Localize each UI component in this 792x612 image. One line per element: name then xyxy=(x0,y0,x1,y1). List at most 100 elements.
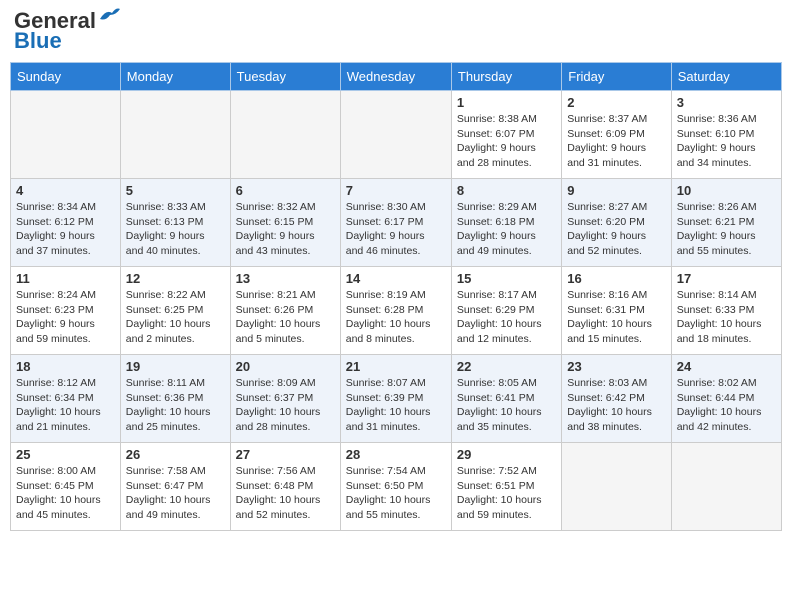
calendar-cell xyxy=(340,91,451,179)
calendar-cell: 17 Sunrise: 8:14 AM Sunset: 6:33 PM Dayli… xyxy=(671,267,781,355)
day-info: Sunrise: 7:56 AM Sunset: 6:48 PM Dayligh… xyxy=(236,464,335,523)
day-info: Sunrise: 8:36 AM Sunset: 6:10 PM Dayligh… xyxy=(677,112,776,171)
day-number: 16 xyxy=(567,271,665,286)
calendar-cell xyxy=(230,91,340,179)
day-info: Sunrise: 8:29 AM Sunset: 6:18 PM Dayligh… xyxy=(457,200,556,259)
day-info: Sunrise: 8:12 AM Sunset: 6:34 PM Dayligh… xyxy=(16,376,115,435)
calendar-cell: 1 Sunrise: 8:38 AM Sunset: 6:07 PM Daylig… xyxy=(451,91,561,179)
day-info: Sunrise: 8:22 AM Sunset: 6:25 PM Dayligh… xyxy=(126,288,225,347)
day-number: 12 xyxy=(126,271,225,286)
day-number: 9 xyxy=(567,183,665,198)
day-number: 10 xyxy=(677,183,776,198)
day-info: Sunrise: 7:54 AM Sunset: 6:50 PM Dayligh… xyxy=(346,464,446,523)
calendar-cell: 11 Sunrise: 8:24 AM Sunset: 6:23 PM Dayli… xyxy=(11,267,121,355)
column-header-tuesday: Tuesday xyxy=(230,63,340,91)
calendar-week-row: 11 Sunrise: 8:24 AM Sunset: 6:23 PM Dayli… xyxy=(11,267,782,355)
calendar-cell: 23 Sunrise: 8:03 AM Sunset: 6:42 PM Dayli… xyxy=(562,355,671,443)
calendar-week-row: 18 Sunrise: 8:12 AM Sunset: 6:34 PM Dayli… xyxy=(11,355,782,443)
day-info: Sunrise: 8:24 AM Sunset: 6:23 PM Dayligh… xyxy=(16,288,115,347)
calendar-cell: 28 Sunrise: 7:54 AM Sunset: 6:50 PM Dayli… xyxy=(340,443,451,531)
day-number: 1 xyxy=(457,95,556,110)
calendar-cell: 2Sunrise: 8:37 AM Sunset: 6:09 PM Daylig… xyxy=(562,91,671,179)
logo: General Blue xyxy=(14,10,120,54)
day-number: 6 xyxy=(236,183,335,198)
calendar-cell: 18 Sunrise: 8:12 AM Sunset: 6:34 PM Dayli… xyxy=(11,355,121,443)
page-header: General Blue xyxy=(10,10,782,54)
day-info: Sunrise: 8:05 AM Sunset: 6:41 PM Dayligh… xyxy=(457,376,556,435)
calendar-cell: 22 Sunrise: 8:05 AM Sunset: 6:41 PM Dayli… xyxy=(451,355,561,443)
day-number: 13 xyxy=(236,271,335,286)
calendar-cell: 8Sunrise: 8:29 AM Sunset: 6:18 PM Daylig… xyxy=(451,179,561,267)
day-number: 15 xyxy=(457,271,556,286)
calendar-cell: 27 Sunrise: 7:56 AM Sunset: 6:48 PM Dayli… xyxy=(230,443,340,531)
day-number: 5 xyxy=(126,183,225,198)
day-number: 17 xyxy=(677,271,776,286)
day-info: Sunrise: 8:17 AM Sunset: 6:29 PM Dayligh… xyxy=(457,288,556,347)
day-number: 3 xyxy=(677,95,776,110)
calendar-cell: 26Sunrise: 7:58 AM Sunset: 6:47 PM Dayli… xyxy=(120,443,230,531)
day-info: Sunrise: 7:58 AM Sunset: 6:47 PM Dayligh… xyxy=(126,464,225,523)
calendar-cell: 20Sunrise: 8:09 AM Sunset: 6:37 PM Dayli… xyxy=(230,355,340,443)
day-number: 27 xyxy=(236,447,335,462)
calendar-cell: 25 Sunrise: 8:00 AM Sunset: 6:45 PM Dayli… xyxy=(11,443,121,531)
day-number: 22 xyxy=(457,359,556,374)
calendar-cell: 15 Sunrise: 8:17 AM Sunset: 6:29 PM Dayli… xyxy=(451,267,561,355)
calendar-cell: 5 Sunrise: 8:33 AM Sunset: 6:13 PM Daylig… xyxy=(120,179,230,267)
column-header-friday: Friday xyxy=(562,63,671,91)
day-number: 19 xyxy=(126,359,225,374)
day-info: Sunrise: 8:32 AM Sunset: 6:15 PM Dayligh… xyxy=(236,200,335,259)
day-number: 21 xyxy=(346,359,446,374)
calendar-cell: 16 Sunrise: 8:16 AM Sunset: 6:31 PM Dayli… xyxy=(562,267,671,355)
logo-bird-icon xyxy=(98,7,120,23)
calendar-cell: 29 Sunrise: 7:52 AM Sunset: 6:51 PM Dayli… xyxy=(451,443,561,531)
calendar-cell xyxy=(11,91,121,179)
calendar-cell: 12 Sunrise: 8:22 AM Sunset: 6:25 PM Dayli… xyxy=(120,267,230,355)
day-info: Sunrise: 8:00 AM Sunset: 6:45 PM Dayligh… xyxy=(16,464,115,523)
calendar-week-row: 4Sunrise: 8:34 AM Sunset: 6:12 PM Daylig… xyxy=(11,179,782,267)
day-number: 29 xyxy=(457,447,556,462)
column-header-wednesday: Wednesday xyxy=(340,63,451,91)
calendar-cell: 7 Sunrise: 8:30 AM Sunset: 6:17 PM Daylig… xyxy=(340,179,451,267)
day-info: Sunrise: 8:03 AM Sunset: 6:42 PM Dayligh… xyxy=(567,376,665,435)
day-info: Sunrise: 7:52 AM Sunset: 6:51 PM Dayligh… xyxy=(457,464,556,523)
calendar-header-row: SundayMondayTuesdayWednesdayThursdayFrid… xyxy=(11,63,782,91)
logo-blue: Blue xyxy=(14,28,62,54)
calendar-cell: 14 Sunrise: 8:19 AM Sunset: 6:28 PM Dayli… xyxy=(340,267,451,355)
day-info: Sunrise: 8:38 AM Sunset: 6:07 PM Dayligh… xyxy=(457,112,556,171)
column-header-sunday: Sunday xyxy=(11,63,121,91)
calendar-week-row: 25 Sunrise: 8:00 AM Sunset: 6:45 PM Dayli… xyxy=(11,443,782,531)
day-info: Sunrise: 8:14 AM Sunset: 6:33 PM Dayligh… xyxy=(677,288,776,347)
calendar-cell: 10 Sunrise: 8:26 AM Sunset: 6:21 PM Dayli… xyxy=(671,179,781,267)
day-info: Sunrise: 8:27 AM Sunset: 6:20 PM Dayligh… xyxy=(567,200,665,259)
calendar-cell xyxy=(120,91,230,179)
day-info: Sunrise: 8:33 AM Sunset: 6:13 PM Dayligh… xyxy=(126,200,225,259)
day-info: Sunrise: 8:02 AM Sunset: 6:44 PM Dayligh… xyxy=(677,376,776,435)
day-number: 20 xyxy=(236,359,335,374)
day-number: 28 xyxy=(346,447,446,462)
day-info: Sunrise: 8:19 AM Sunset: 6:28 PM Dayligh… xyxy=(346,288,446,347)
calendar-cell: 3 Sunrise: 8:36 AM Sunset: 6:10 PM Daylig… xyxy=(671,91,781,179)
calendar-cell: 21Sunrise: 8:07 AM Sunset: 6:39 PM Dayli… xyxy=(340,355,451,443)
calendar-cell xyxy=(562,443,671,531)
calendar-cell: 13Sunrise: 8:21 AM Sunset: 6:26 PM Dayli… xyxy=(230,267,340,355)
day-number: 7 xyxy=(346,183,446,198)
calendar-cell: 9 Sunrise: 8:27 AM Sunset: 6:20 PM Daylig… xyxy=(562,179,671,267)
calendar-cell xyxy=(671,443,781,531)
day-number: 23 xyxy=(567,359,665,374)
day-info: Sunrise: 8:30 AM Sunset: 6:17 PM Dayligh… xyxy=(346,200,446,259)
calendar-cell: 4Sunrise: 8:34 AM Sunset: 6:12 PM Daylig… xyxy=(11,179,121,267)
calendar-table: SundayMondayTuesdayWednesdayThursdayFrid… xyxy=(10,62,782,531)
day-info: Sunrise: 8:34 AM Sunset: 6:12 PM Dayligh… xyxy=(16,200,115,259)
calendar-week-row: 1 Sunrise: 8:38 AM Sunset: 6:07 PM Daylig… xyxy=(11,91,782,179)
column-header-saturday: Saturday xyxy=(671,63,781,91)
day-number: 18 xyxy=(16,359,115,374)
calendar-cell: 24Sunrise: 8:02 AM Sunset: 6:44 PM Dayli… xyxy=(671,355,781,443)
day-number: 14 xyxy=(346,271,446,286)
day-info: Sunrise: 8:11 AM Sunset: 6:36 PM Dayligh… xyxy=(126,376,225,435)
day-info: Sunrise: 8:26 AM Sunset: 6:21 PM Dayligh… xyxy=(677,200,776,259)
day-info: Sunrise: 8:37 AM Sunset: 6:09 PM Dayligh… xyxy=(567,112,665,171)
day-number: 11 xyxy=(16,271,115,286)
day-info: Sunrise: 8:16 AM Sunset: 6:31 PM Dayligh… xyxy=(567,288,665,347)
day-number: 25 xyxy=(16,447,115,462)
calendar-cell: 19 Sunrise: 8:11 AM Sunset: 6:36 PM Dayli… xyxy=(120,355,230,443)
